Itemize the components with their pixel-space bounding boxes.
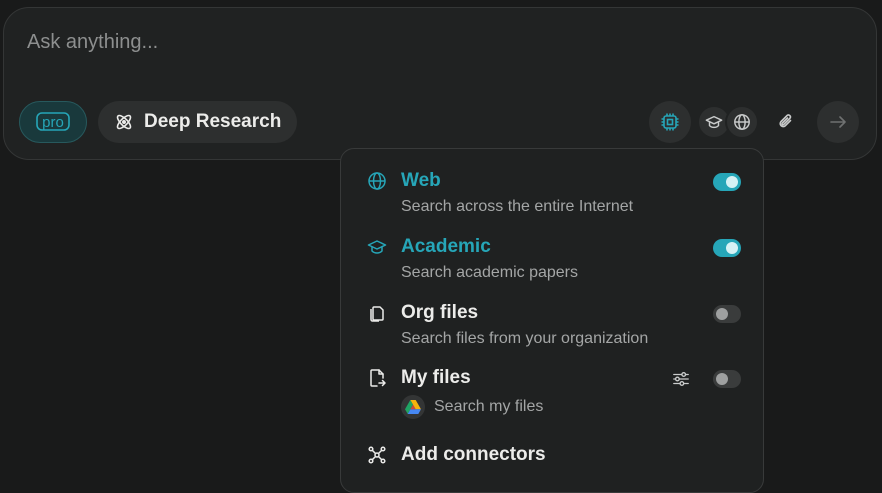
files-icon (366, 302, 388, 324)
sliders-icon (673, 372, 689, 386)
globe-icon (366, 170, 388, 192)
connectors-icon (366, 444, 388, 466)
source-title: My files (401, 367, 471, 388)
add-connectors-label: Add connectors (401, 444, 546, 465)
academic-toggle[interactable] (713, 239, 741, 257)
sources-dropdown: Web Search across the entire Internet Ac… (340, 148, 764, 493)
attach-button[interactable] (765, 101, 807, 143)
source-description: Search files from your organization (401, 330, 649, 347)
atom-icon (116, 114, 132, 130)
source-option-org-files[interactable]: Org files Search files from your organiz… (341, 302, 763, 362)
source-option-web[interactable]: Web Search across the entire Internet (341, 170, 763, 230)
web-source-dot (725, 105, 759, 139)
my-files-toggle[interactable] (713, 370, 741, 388)
web-toggle[interactable] (713, 173, 741, 191)
source-description: Search across the entire Internet (401, 198, 634, 215)
source-title: Org files (401, 302, 479, 323)
sources-selector[interactable] (697, 105, 759, 139)
ask-input[interactable] (25, 28, 849, 56)
paperclip-icon (779, 114, 792, 128)
svg-text:pro: pro (42, 114, 64, 131)
ask-composer: pro Deep Research (3, 7, 877, 160)
google-drive-icon (401, 395, 425, 419)
graduation-cap-icon (705, 115, 723, 129)
my-files-settings-button[interactable] (670, 368, 692, 390)
chip-icon (661, 113, 679, 131)
add-connectors-option[interactable]: Add connectors (341, 444, 763, 470)
deep-research-button[interactable]: Deep Research (98, 101, 298, 143)
graduation-cap-icon (366, 236, 388, 258)
pro-toggle-button[interactable]: pro (19, 101, 87, 143)
source-description: Search academic papers (401, 264, 578, 281)
pro-icon: pro (36, 112, 70, 131)
arrow-right-icon (830, 116, 846, 128)
source-description: Search my files (434, 398, 544, 415)
source-title: Web (401, 170, 441, 191)
globe-icon (734, 114, 750, 130)
org-files-toggle[interactable] (713, 305, 741, 323)
deep-research-label: Deep Research (144, 111, 282, 132)
submit-button[interactable] (817, 101, 859, 143)
source-option-academic[interactable]: Academic Search academic papers (341, 236, 763, 296)
model-chip-button[interactable] (649, 101, 691, 143)
file-export-icon (366, 367, 388, 389)
source-title: Academic (401, 236, 491, 257)
source-option-my-files[interactable]: My files Search my files (341, 367, 763, 427)
